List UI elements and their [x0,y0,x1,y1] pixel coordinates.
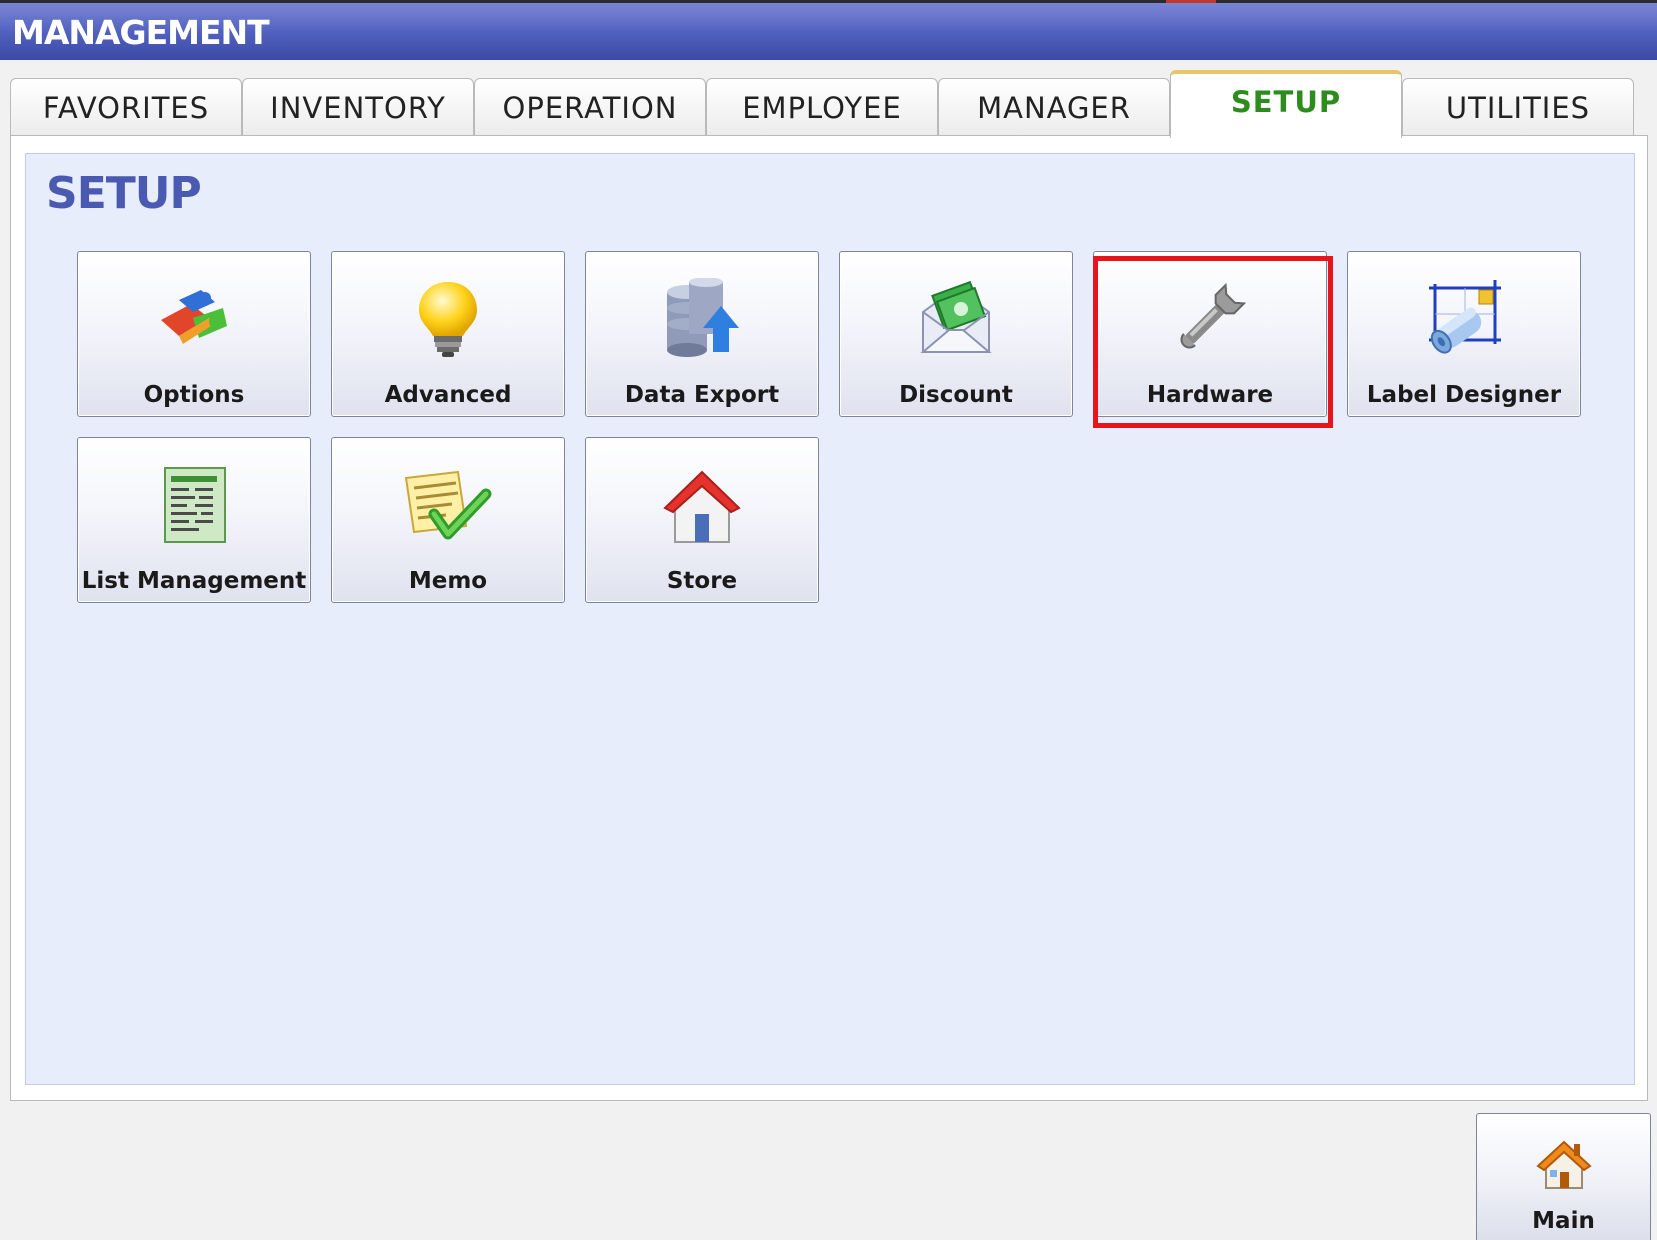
tab-bar: FAVORITES INVENTORY OPERATION EMPLOYEE M… [10,68,1650,138]
panel-title: SETUP [46,168,202,219]
memo-check-icon [404,470,492,540]
title-accent [1166,0,1216,3]
list-management-label: List Management [81,568,307,594]
store-house-icon [663,470,741,543]
lightbulb-icon [419,282,477,357]
memo-label: Memo [408,568,488,594]
money-envelope-icon [920,280,992,353]
tab-utilities[interactable]: UTILITIES [1402,78,1634,136]
main-button[interactable]: Main [1476,1113,1651,1240]
discount-label: Discount [899,382,1013,408]
data-export-button[interactable]: Data Export [585,251,819,417]
discount-button[interactable]: Discount [839,251,1073,417]
home-icon [1535,1140,1592,1189]
list-document-icon [164,467,226,543]
memo-button[interactable]: Memo [331,437,565,603]
data-export-label: Data Export [624,382,780,408]
wrench-icon [1180,282,1247,349]
title-bar: MANAGEMENT [0,0,1657,60]
options-button[interactable]: Options [77,251,311,417]
hardware-button[interactable]: Hardware [1093,251,1327,417]
tab-operation[interactable]: OPERATION [474,78,706,136]
label-designer-button[interactable]: Label Designer [1347,251,1581,417]
advanced-button[interactable]: Advanced [331,251,565,417]
tab-setup[interactable]: SETUP [1170,70,1402,138]
tab-employee[interactable]: EMPLOYEE [706,78,938,136]
main-label: Main [1532,1208,1595,1234]
window-title: MANAGEMENT [12,13,270,52]
tab-inventory[interactable]: INVENTORY [242,78,474,136]
options-label: Options [143,382,245,408]
tab-manager[interactable]: MANAGER [938,78,1170,136]
database-export-icon [667,278,739,357]
advanced-label: Advanced [384,382,512,408]
puzzle-icon [161,290,227,344]
label-designer-label: Label Designer [1366,382,1562,408]
list-management-button[interactable]: List Management [77,437,311,603]
store-label: Store [666,568,738,594]
hardware-label: Hardware [1146,382,1274,408]
store-button[interactable]: Store [585,437,819,603]
tab-favorites[interactable]: FAVORITES [10,78,242,136]
label-designer-icon [1429,280,1501,354]
